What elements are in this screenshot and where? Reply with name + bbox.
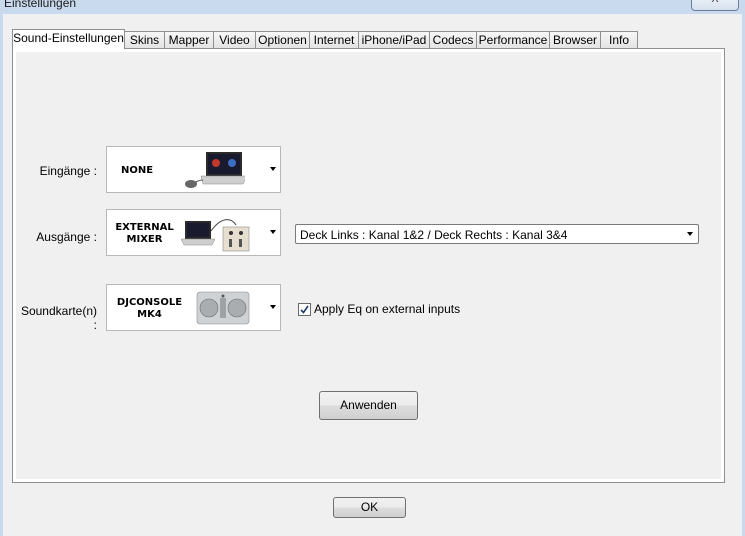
soundcard-value: DJCONSOLE MK4 <box>116 297 183 320</box>
tab-codecs[interactable]: Codecs <box>429 31 477 48</box>
channel-routing-select[interactable]: Deck Links : Kanal 1&2 / Deck Rechts : K… <box>295 224 699 244</box>
window-title: Einstellungen <box>4 0 77 10</box>
tab-iphone-ipad[interactable]: iPhone/iPad <box>358 31 430 48</box>
soundcard-label: Soundkarte(n) : <box>20 304 97 332</box>
dj-controller-icon <box>196 291 250 325</box>
inputs-label: Eingänge : <box>39 164 97 178</box>
eq-checkbox-label[interactable]: Apply Eq on external inputs <box>314 302 460 316</box>
inputs-value: NONE <box>120 165 154 176</box>
ok-button[interactable]: OK <box>333 497 406 518</box>
tab-internet[interactable]: Internet <box>309 31 359 48</box>
laptop-mixer-icon <box>181 219 250 252</box>
apply-button[interactable]: Anwenden <box>319 391 418 420</box>
tab-sound-einstellungen[interactable]: Sound-Einstellungen <box>12 29 125 49</box>
title-bar: Einstellungen X <box>0 0 745 14</box>
laptop-mouse-icon <box>185 152 245 188</box>
outputs-combo[interactable]: EXTERNAL MIXER <box>106 209 281 256</box>
channel-routing-value: Deck Links : Kanal 1&2 / Deck Rechts : K… <box>300 228 568 242</box>
eq-checkbox[interactable] <box>298 303 311 316</box>
outputs-value: EXTERNAL MIXER <box>115 222 174 245</box>
checkmark-icon <box>300 305 309 314</box>
tab-browser[interactable]: Browser <box>549 31 601 48</box>
chevron-down-icon <box>270 305 276 309</box>
tab-video[interactable]: Video <box>213 31 256 48</box>
chevron-down-icon <box>270 167 276 171</box>
outputs-label: Ausgänge : <box>36 230 97 244</box>
chevron-down-icon <box>687 232 693 236</box>
close-icon: X <box>711 0 718 5</box>
tab-skins[interactable]: Skins <box>124 31 165 48</box>
soundcard-combo[interactable]: DJCONSOLE MK4 <box>106 284 281 331</box>
tab-mapper[interactable]: Mapper <box>164 31 214 48</box>
tab-info[interactable]: Info <box>600 31 638 48</box>
close-button[interactable]: X <box>691 0 739 11</box>
inputs-combo[interactable]: NONE <box>106 146 281 193</box>
tab-performance[interactable]: Performance <box>476 31 550 48</box>
chevron-down-icon <box>270 230 276 234</box>
tab-optionen[interactable]: Optionen <box>255 31 310 48</box>
